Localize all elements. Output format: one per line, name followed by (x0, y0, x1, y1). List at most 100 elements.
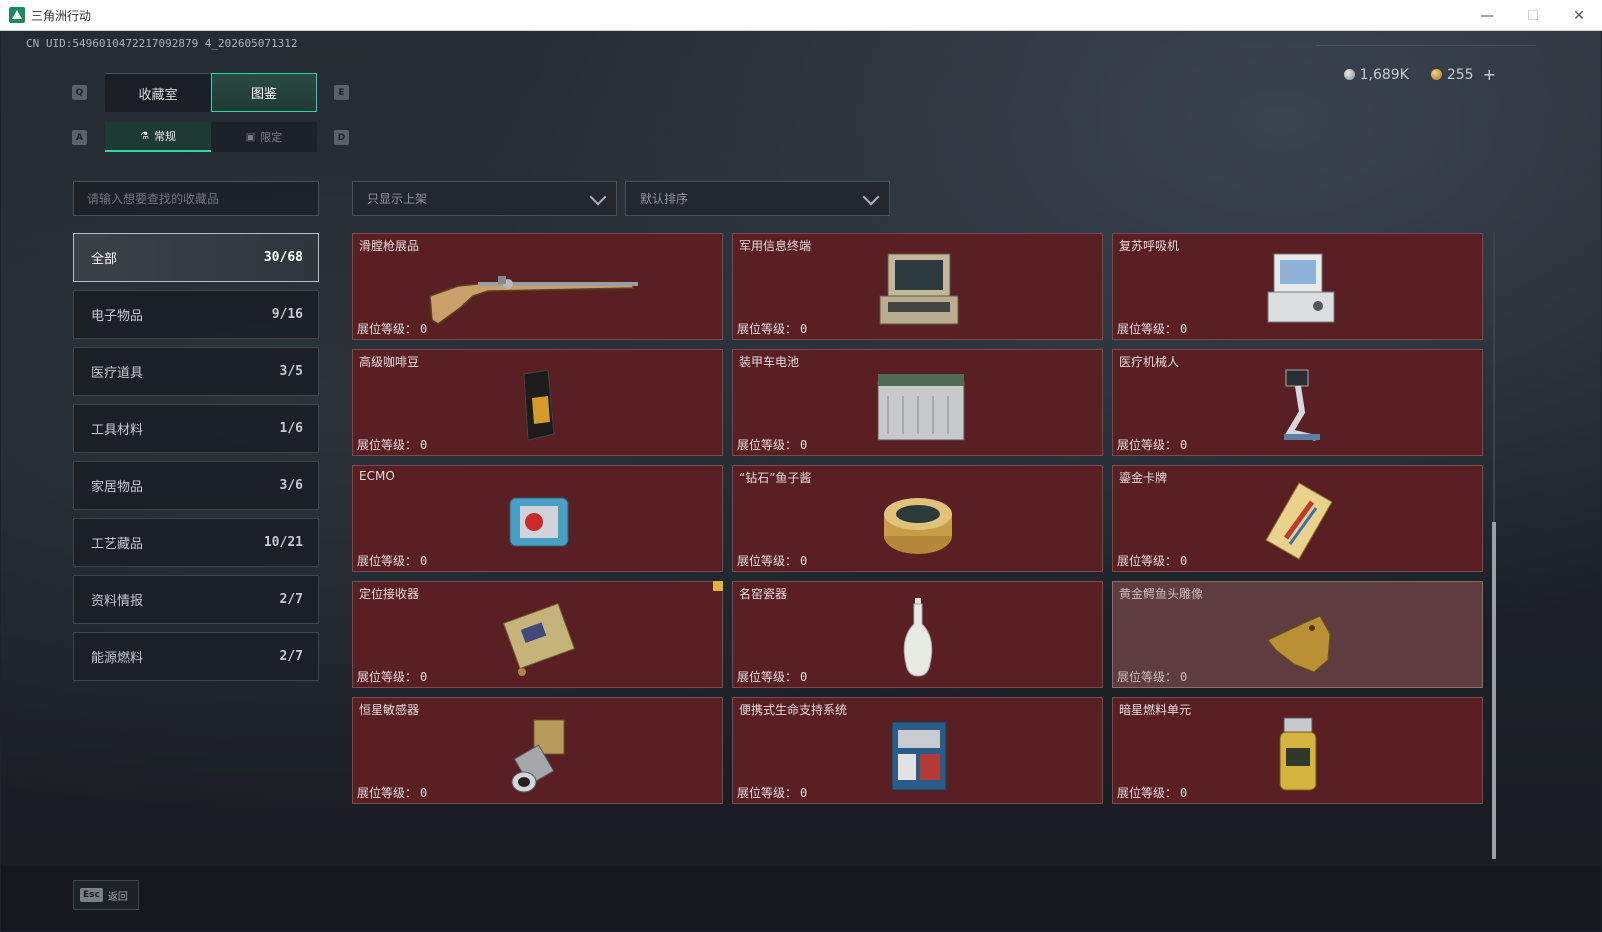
item-level: 展位等级： 0 (1117, 784, 1187, 801)
life-support-icon (891, 721, 946, 791)
level-value: 0 (420, 554, 428, 568)
search-input[interactable] (73, 181, 319, 216)
item-card-ecmo[interactable]: ECMO 展位等级： 0 (352, 465, 723, 572)
tab-collection-room[interactable]: 收藏室 (105, 73, 211, 112)
level-label: 展位等级： (1117, 554, 1178, 568)
item-card-star-sensor[interactable]: 恒星敏感器 展位等级： 0 (352, 697, 723, 804)
item-name: 恒星敏感器 (359, 703, 420, 717)
item-level: 展位等级： 0 (1117, 320, 1187, 337)
level-label: 展位等级： (357, 786, 418, 800)
battery-icon (877, 374, 964, 441)
level-label: 展位等级： (1117, 670, 1178, 684)
tab-regular[interactable]: ⚗ 常规 (105, 122, 211, 152)
item-name: 装甲车电池 (739, 355, 800, 369)
category-crafts[interactable]: 工艺藏品 10/21 (73, 518, 319, 567)
item-level: 展位等级： 0 (1117, 436, 1187, 453)
shelf-filter-value: 只显示上架 (367, 192, 428, 206)
item-level: 展位等级： 0 (357, 436, 427, 453)
fuel-cell-icon (1279, 717, 1316, 791)
minimize-button[interactable]: — (1464, 0, 1510, 31)
item-card-terminal[interactable]: 军用信息终端 展位等级： 0 (732, 233, 1103, 340)
level-value: 0 (1180, 438, 1188, 452)
star-sensor-icon (511, 719, 564, 793)
category-electronics[interactable]: 电子物品 9/16 (73, 290, 319, 339)
item-name: ECMO (359, 469, 395, 483)
key-hint-a: A (72, 130, 87, 145)
category-tools[interactable]: 工具材料 1/6 (73, 404, 319, 453)
app-logo-icon (9, 7, 25, 23)
top-divider (1316, 45, 1536, 46)
level-label: 展位等级： (737, 322, 798, 336)
category-all[interactable]: 全部 30/68 (73, 233, 319, 282)
level-value: 0 (1180, 786, 1188, 800)
sort-dropdown[interactable]: 默认排序 (625, 181, 890, 216)
item-level: 展位等级： 0 (737, 436, 807, 453)
item-card-porcelain[interactable]: 名窑瓷器 展位等级： 0 (732, 581, 1103, 688)
category-count: 1/6 (279, 421, 303, 436)
level-value: 0 (800, 322, 808, 336)
item-card-ventilator[interactable]: 复苏呼吸机 展位等级： 0 (1112, 233, 1483, 340)
close-button[interactable]: ✕ (1556, 0, 1602, 31)
item-card-life-support[interactable]: 便携式生命支持系统 展位等级： 0 (732, 697, 1103, 804)
item-level: 展位等级： 0 (737, 320, 807, 337)
level-label: 展位等级： (357, 438, 418, 452)
item-card-gilded[interactable]: 鎏金卡牌 展位等级： 0 (1112, 465, 1483, 572)
level-value: 0 (420, 438, 428, 452)
tab-catalog[interactable]: 图鉴 (211, 73, 317, 112)
level-label: 展位等级： (1117, 322, 1178, 336)
back-button[interactable]: Esc 返回 (73, 880, 139, 910)
sub-tabs: ⚗ 常规 ▣ 限定 (105, 122, 317, 152)
chevron-down-icon (589, 188, 607, 206)
gold-currency: 255 + (1430, 65, 1496, 84)
category-medical[interactable]: 医疗道具 3/5 (73, 347, 319, 396)
item-level: 展位等级： 0 (357, 320, 427, 337)
ventilator-icon (1267, 253, 1334, 323)
category-label: 工具材料 (91, 423, 144, 438)
item-card-battery[interactable]: 装甲车电池 展位等级： 0 (732, 349, 1103, 456)
item-name: 鎏金卡牌 (1119, 471, 1168, 485)
item-name: 名窑瓷器 (739, 587, 788, 601)
category-energy[interactable]: 能源燃料 2/7 (73, 632, 319, 681)
gilded-card-icon (1264, 482, 1333, 560)
silver-currency: 1,689K (1343, 67, 1409, 83)
gold-amount: 255 (1446, 66, 1474, 83)
item-card-musket[interactable]: 滑膛枪展品 展位等级： 0 (352, 233, 723, 340)
title-bar: 三角洲行动 — ☐ ✕ (0, 0, 1602, 31)
item-card-coffee[interactable]: 高级咖啡豆 展位等级： 0 (352, 349, 723, 456)
category-intel[interactable]: 资料情报 2/7 (73, 575, 319, 624)
category-count: 3/5 (279, 364, 303, 379)
tab-limited[interactable]: ▣ 限定 (211, 122, 317, 152)
receiver-icon (502, 602, 575, 676)
window-title: 三角洲行动 (31, 8, 92, 23)
caviar-icon (883, 498, 952, 554)
game-screen: CN UID:5496010472217092879 4_20260507131… (1, 31, 1601, 931)
level-label: 展位等级： (737, 438, 798, 452)
add-currency-button[interactable]: + (1483, 65, 1496, 84)
item-level: 展位等级： 0 (357, 552, 427, 569)
category-label: 电子物品 (91, 309, 144, 324)
category-count: 2/7 (279, 592, 303, 607)
flask-icon: ⚗ (140, 130, 149, 142)
currency-bar: 1,689K 255 + (1343, 65, 1496, 84)
item-card-medical-robot[interactable]: 医疗机械人 展位等级： 0 (1112, 349, 1483, 456)
category-household[interactable]: 家居物品 3/6 (73, 461, 319, 510)
item-name: “钻石”鱼子酱 (739, 471, 812, 485)
level-value: 0 (800, 438, 808, 452)
level-value: 0 (800, 786, 808, 800)
level-label: 展位等级： (357, 670, 418, 684)
tab-limited-label: 限定 (260, 131, 283, 144)
item-card-gold-crocodile[interactable]: 黄金鳄鱼头雕像 展位等级： 0 (1112, 581, 1483, 688)
shelf-filter-dropdown[interactable]: 只显示上架 (352, 181, 617, 216)
item-card-receiver[interactable]: 定位接收器 展位等级： 0 (352, 581, 723, 688)
item-card-caviar[interactable]: “钻石”鱼子酱 展位等级： 0 (732, 465, 1103, 572)
musket-icon (428, 276, 638, 325)
maximize-button[interactable]: ☐ (1510, 0, 1556, 31)
item-name: 黄金鳄鱼头雕像 (1119, 587, 1204, 601)
scrollbar-thumb[interactable] (1492, 522, 1496, 859)
item-name: 便携式生命支持系统 (739, 703, 848, 717)
main-tabs: 收藏室 图鉴 (105, 73, 317, 112)
category-count: 9/16 (271, 307, 303, 322)
item-name: 滑膛枪展品 (359, 239, 420, 253)
esc-key-hint: Esc (80, 888, 103, 902)
item-card-fuel-cell[interactable]: 暗星燃料单元 展位等级： 0 (1112, 697, 1483, 804)
